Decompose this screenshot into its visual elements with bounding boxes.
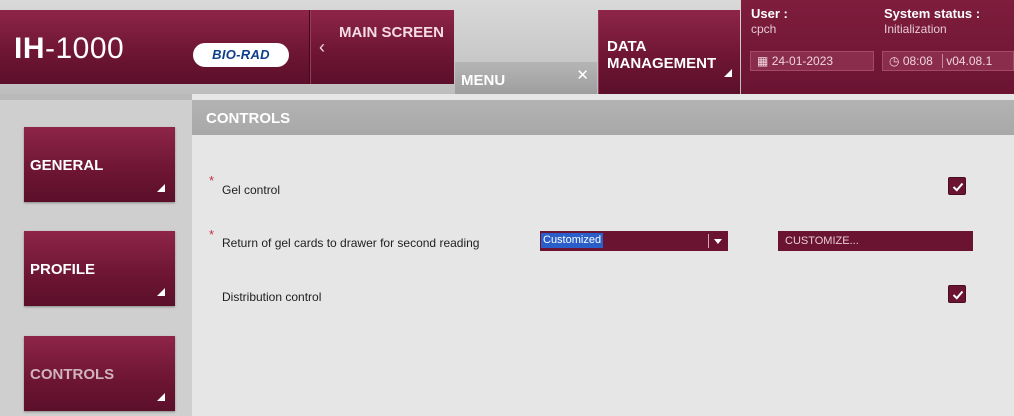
data-management-label: DATA MANAGEMENT [607,38,717,72]
system-status-value: Initialization [884,22,947,36]
corner-triangle-icon [157,393,165,401]
distribution-control-checkbox[interactable] [948,285,966,303]
data-management-button[interactable]: DATA MANAGEMENT [598,10,740,94]
date-display: ▦ 24-01-2023 [750,51,874,71]
user-label: User : [751,6,788,21]
sidebar: GENERAL PROFILE CONTROLS [0,94,192,416]
brand-header: IH-1000 BIO-RAD [0,10,310,84]
sidebar-item-label: GENERAL [30,157,104,174]
return-cards-label: Return of gel cards to drawer for second… [222,236,480,250]
corner-triangle-icon [724,69,732,77]
version-value: v04.08.1 [942,54,993,68]
clock-icon: ◷ [889,54,900,68]
close-icon[interactable]: ✕ [576,66,589,84]
corner-triangle-icon [157,184,165,192]
main-screen-button[interactable]: ‹ MAIN SCREEN [310,10,454,84]
required-marker: * [209,173,215,188]
gel-control-label: Gel control [222,183,281,197]
gel-control-checkbox[interactable] [948,177,966,195]
user-value: cpch [751,22,777,36]
calendar-icon: ▦ [757,54,769,68]
product-name-prefix: IH [14,32,45,65]
required-marker: * [209,227,215,242]
main-screen-label: MAIN SCREEN [339,24,445,41]
chevron-down-icon [714,239,722,244]
page-title: CONTROLS [206,110,291,127]
bio-rad-logo: BIO-RAD [193,43,289,67]
corner-triangle-icon [157,288,165,296]
checkmark-icon [952,290,964,300]
checkmark-icon [952,182,964,192]
top-bar: IH-1000 BIO-RAD ‹ MAIN SCREEN MENU ✕ DAT… [0,0,1014,94]
content-header: CONTROLS [192,100,1014,135]
chevron-left-icon: ‹ [319,37,325,57]
customize-button[interactable]: CUSTOMIZE... [778,231,973,251]
system-status-label: System status : [884,6,981,21]
status-panel: User : cpch System status : Initializati… [741,0,1014,94]
time-value: 08:08 [902,54,933,68]
distribution-control-label: Distribution control [222,290,322,304]
date-value: 24-01-2023 [771,54,834,68]
selected-value: Customized [541,233,604,248]
sidebar-item-profile[interactable]: PROFILE [24,231,175,306]
menu-tab-label: MENU [461,72,506,89]
product-name-model: -1000 [45,32,125,65]
controls-settings-panel: * Gel control * Return of gel cards to d… [192,135,1014,416]
sidebar-item-label: PROFILE [30,261,96,278]
return-cards-select[interactable]: Customized [540,231,728,251]
time-version-display: ◷ 08:08 v04.08.1 [882,51,1014,71]
product-name: IH-1000 [14,32,124,66]
tab-menu[interactable]: MENU ✕ [455,62,597,94]
sidebar-item-controls[interactable]: CONTROLS [24,336,175,411]
sidebar-item-general[interactable]: GENERAL [24,127,175,202]
select-divider [708,234,709,248]
sidebar-item-label: CONTROLS [30,366,115,383]
